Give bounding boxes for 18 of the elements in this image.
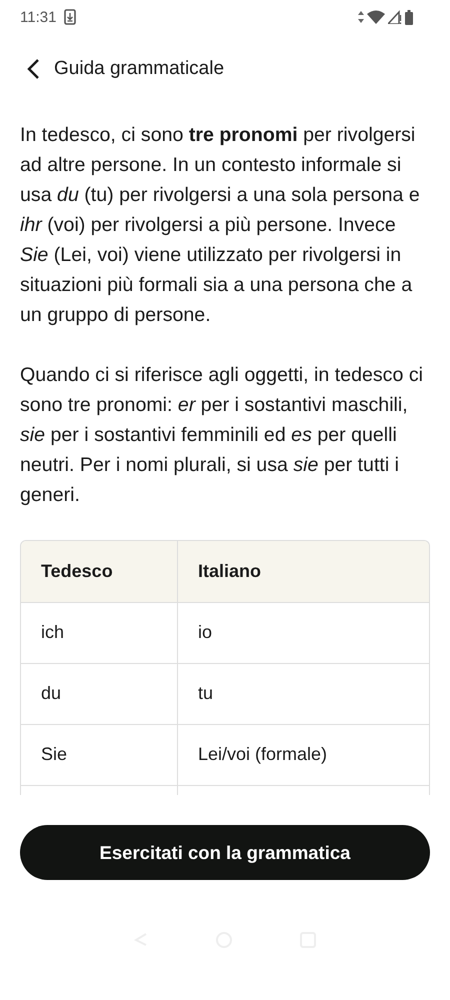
table-cell: tu [178, 663, 429, 724]
table-cell: ich [21, 602, 178, 663]
practice-button[interactable]: Esercitati con la grammatica [20, 825, 430, 880]
wifi-icon [367, 10, 385, 24]
table-cell: du [21, 663, 178, 724]
page-title: Guida grammaticale [54, 58, 224, 80]
data-arrows-icon [358, 11, 364, 23]
download-icon [64, 9, 76, 25]
table-cell: Lei/voi (formale) [178, 724, 429, 785]
table-cell: io [178, 602, 429, 663]
column-header: Italiano [178, 541, 429, 602]
body-paragraph: In tedesco, ci sono tre pronomi per rivolgersi ad altre persone. In un contesto informale si usa du (tu) per rivolgersi a una sola persona e ihr (voi) per rivolgersi a più persone. Invece Sie (Lei, voi) viene utilizzato per rivolgersi in situazioni più formali sia a una persona che a un gruppo di persone. [20, 123, 421, 328]
chevron-left-icon [26, 58, 40, 80]
table-cell: Sie [21, 724, 178, 785]
status-time: 11:31 [20, 8, 56, 26]
signal-icon [388, 10, 402, 24]
battery-icon [405, 10, 413, 24]
column-header: Tedesco [21, 541, 178, 602]
